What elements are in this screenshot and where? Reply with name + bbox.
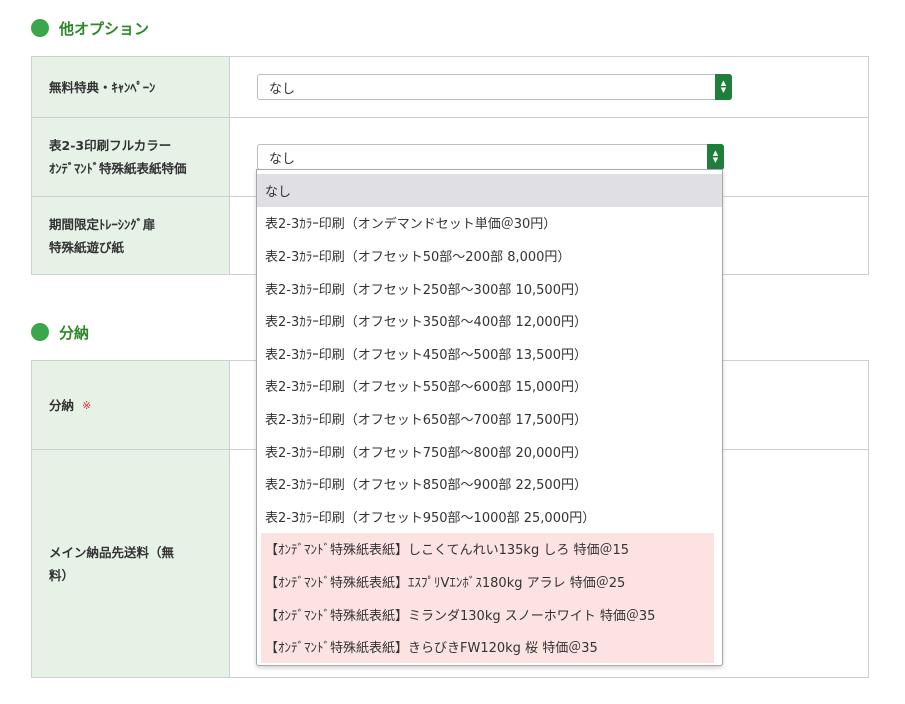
select-arrows-icon: ▲ ▼ bbox=[707, 144, 724, 170]
section-title-bunno: 分納 bbox=[31, 321, 89, 343]
dropdown-option[interactable]: 表2-3ｶﾗｰ印刷（オフセット850部～900部 22,500円） bbox=[257, 467, 722, 500]
dropdown-option[interactable]: 表2-3ｶﾗｰ印刷（オフセット50部～200部 8,000円） bbox=[257, 239, 722, 272]
dropdown-option[interactable]: 表2-3ｶﾗｰ印刷（オフセット950部～1000部 25,000円） bbox=[257, 500, 722, 533]
section-title-text: 分納 bbox=[59, 323, 90, 342]
dropdown-option[interactable]: 表2-3ｶﾗｰ印刷（オンデマンドセット単価＠30円） bbox=[257, 207, 722, 240]
section-title-text: 他オプション bbox=[59, 19, 150, 38]
campaign-select-value: なし bbox=[269, 81, 296, 97]
dropdown-option[interactable]: なし bbox=[257, 174, 722, 207]
cover-color-label: 表2-3印刷フルカラー ｵﾝﾃﾞﾏﾝﾄﾞ特殊紙表紙特価 bbox=[32, 118, 230, 196]
bullet-dot-icon bbox=[31, 323, 49, 341]
dropdown-option[interactable]: 表2-3ｶﾗｰ印刷（オフセット250部～300部 10,500円） bbox=[257, 272, 722, 305]
section-title-other-options: 他オプション bbox=[31, 17, 149, 39]
bullet-dot-icon bbox=[31, 19, 49, 37]
shipping-label: メイン納品先送料（無 料） bbox=[32, 450, 230, 677]
cover-color-select[interactable]: なし ▲ ▼ bbox=[257, 144, 724, 170]
cover-color-dropdown-list[interactable]: なし 表2-3ｶﾗｰ印刷（オンデマンドセット単価＠30円） 表2-3ｶﾗｰ印刷（… bbox=[256, 169, 723, 666]
campaign-label: 無料特典・ｷｬﾝﾍﾟｰﾝ bbox=[32, 57, 230, 117]
required-mark: ※ bbox=[82, 398, 92, 412]
bunno-label-text: 分納 bbox=[49, 397, 75, 413]
campaign-label-text: 無料特典・ｷｬﾝﾍﾟｰﾝ bbox=[49, 79, 156, 95]
shipping-label-line1: メイン納品先送料（無 bbox=[49, 544, 175, 560]
tracing-label-line1: 期間限定ﾄﾚｰｼﾝｸﾞ扉 bbox=[49, 216, 156, 232]
cover-color-select-value: なし bbox=[269, 151, 296, 167]
dropdown-option[interactable]: 表2-3ｶﾗｰ印刷（オフセット350部～400部 12,000円） bbox=[257, 304, 722, 337]
dropdown-option-special-paper[interactable]: 【ｵﾝﾃﾞﾏﾝﾄﾞ特殊紙表紙】きらびきFW120kg 桜 特価＠35 bbox=[261, 630, 714, 663]
cover-color-label-line2: ｵﾝﾃﾞﾏﾝﾄﾞ特殊紙表紙特価 bbox=[49, 161, 187, 176]
dropdown-option[interactable]: 表2-3ｶﾗｰ印刷（オフセット450部～500部 13,500円） bbox=[257, 337, 722, 370]
dropdown-option[interactable]: 表2-3ｶﾗｰ印刷（オフセット650部～700部 17,500円） bbox=[257, 402, 722, 435]
dropdown-option-special-paper[interactable]: 【ｵﾝﾃﾞﾏﾝﾄﾞ特殊紙表紙】しこくてんれい135kg しろ 特価＠15 bbox=[261, 532, 714, 566]
bunno-label: 分納 ※ bbox=[32, 361, 230, 449]
tracing-label: 期間限定ﾄﾚｰｼﾝｸﾞ扉 特殊紙遊び紙 bbox=[32, 197, 230, 274]
campaign-select[interactable]: なし ▲ ▼ bbox=[257, 74, 732, 100]
dropdown-option[interactable]: 表2-3ｶﾗｰ印刷（オフセット750部～800部 20,000円） bbox=[257, 435, 722, 468]
tracing-label-line2: 特殊紙遊び紙 bbox=[49, 239, 125, 255]
shipping-label-line2: 料） bbox=[49, 567, 75, 583]
dropdown-option[interactable]: 表2-3ｶﾗｰ印刷（オフセット550部～600部 15,000円） bbox=[257, 370, 722, 403]
row-campaign: 無料特典・ｷｬﾝﾍﾟｰﾝ なし ▲ ▼ bbox=[32, 57, 868, 117]
cover-color-label-line1: 表2-3印刷フルカラー bbox=[49, 138, 172, 153]
dropdown-option-special-paper[interactable]: 【ｵﾝﾃﾞﾏﾝﾄﾞ特殊紙表紙】ミランダ130kg スノーホワイト 特価＠35 bbox=[261, 597, 714, 631]
select-arrows-icon: ▲ ▼ bbox=[715, 74, 732, 100]
dropdown-option-special-paper[interactable]: 【ｵﾝﾃﾞﾏﾝﾄﾞ特殊紙表紙】ｴｽﾌﾟﾘVｴﾝﾎﾞｽ180kg アラレ 特価＠2… bbox=[261, 565, 714, 598]
